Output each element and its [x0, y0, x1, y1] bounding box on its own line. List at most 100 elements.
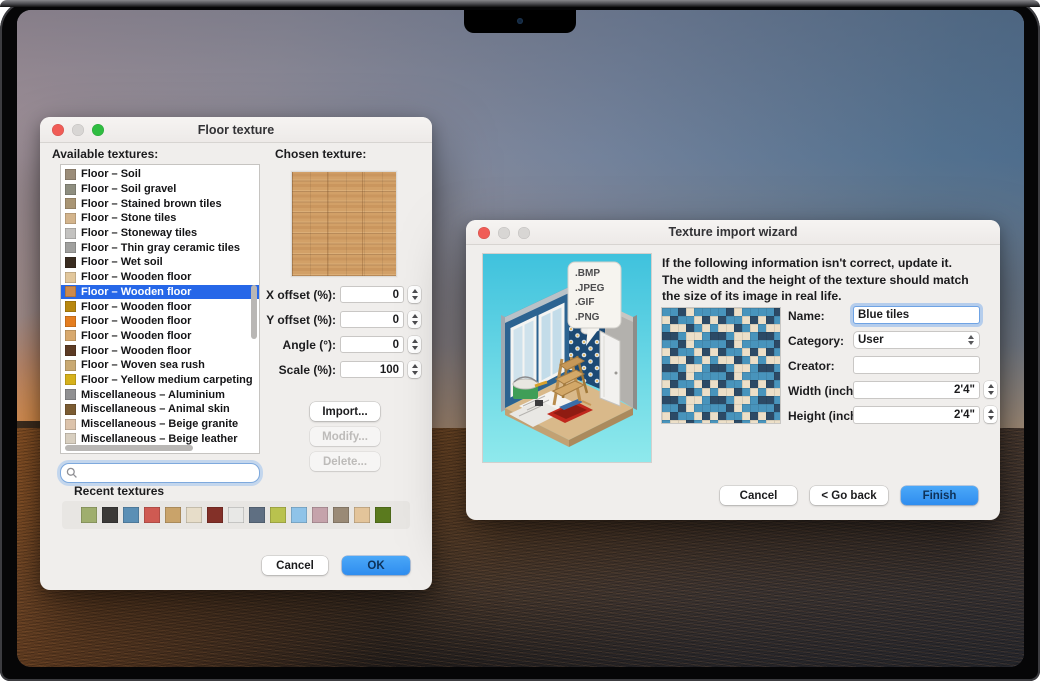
available-textures-list[interactable]: Floor – Soil Floor – Soil gravel Floor –…	[60, 164, 260, 454]
creator-input[interactable]	[853, 356, 980, 374]
recent-swatch[interactable]	[312, 507, 328, 523]
x-offset-label: X offset (%):	[190, 288, 336, 302]
texture-swatch	[65, 198, 76, 209]
texture-list-item[interactable]: Floor – Stone tiles	[61, 211, 259, 226]
texture-list-item[interactable]: Miscellaneous – Beige leather	[61, 431, 259, 446]
creator-label: Creator:	[788, 359, 835, 373]
texture-swatch	[65, 389, 76, 400]
file-type-bmp: .BMP	[575, 267, 604, 282]
recent-swatch[interactable]	[249, 507, 265, 523]
x-offset-input[interactable]: 0	[340, 286, 404, 303]
y-offset-input[interactable]: 0	[340, 311, 404, 328]
texture-swatch	[65, 184, 76, 195]
recent-swatch[interactable]	[102, 507, 118, 523]
recent-textures-strip	[62, 501, 410, 529]
recent-swatch[interactable]	[186, 507, 202, 523]
texture-list-item[interactable]: Miscellaneous – Aluminium	[61, 387, 259, 402]
recent-swatch[interactable]	[375, 507, 391, 523]
texture-list-item[interactable]: Floor – Soil gravel	[61, 182, 259, 197]
file-type-gif: .GIF	[575, 296, 604, 311]
horizontal-scrollbar-thumb[interactable]	[65, 445, 193, 451]
category-label: Category:	[788, 334, 844, 348]
angle-stepper[interactable]	[408, 336, 421, 353]
notch	[464, 10, 576, 33]
texture-swatch	[65, 301, 76, 312]
recent-swatch[interactable]	[333, 507, 349, 523]
texture-swatch	[65, 257, 76, 268]
texture-search-input[interactable]	[60, 463, 260, 483]
texture-swatch	[65, 213, 76, 224]
wizard-titlebar[interactable]: Texture import wizard	[466, 220, 1000, 245]
recent-swatch[interactable]	[207, 507, 223, 523]
recent-swatch[interactable]	[291, 507, 307, 523]
wizard-illustration: .BMP .JPEG .GIF .PNG	[483, 254, 651, 462]
search-icon	[66, 467, 78, 479]
texture-swatch	[65, 286, 76, 297]
width-input[interactable]: 2'4"	[853, 381, 980, 399]
camera-dot	[517, 18, 523, 24]
texture-swatch	[65, 433, 76, 444]
texture-list-item[interactable]: Floor – Stained brown tiles	[61, 196, 259, 211]
file-type-jpeg: .JPEG	[575, 282, 604, 297]
texture-swatch	[65, 169, 76, 180]
import-button[interactable]: Import...	[310, 402, 380, 421]
angle-label: Angle (°):	[190, 338, 336, 352]
x-offset-stepper[interactable]	[408, 286, 421, 303]
wizard-cancel-button[interactable]: Cancel	[720, 486, 797, 505]
texture-import-wizard-dialog: Texture import wizard	[466, 220, 1000, 520]
texture-list-item[interactable]: Floor – Wet soil	[61, 255, 259, 270]
recent-swatch[interactable]	[144, 507, 160, 523]
name-input[interactable]: Blue tiles	[853, 306, 980, 324]
floor-texture-dialog: Floor texture Available textures: Floor …	[40, 117, 432, 590]
category-select[interactable]: User	[853, 331, 980, 349]
file-type-png: .PNG	[575, 311, 604, 326]
recent-swatch[interactable]	[165, 507, 181, 523]
floor-cancel-button[interactable]: Cancel	[262, 556, 328, 575]
height-input[interactable]: 2'4"	[853, 406, 980, 424]
imported-texture-thumbnail	[662, 308, 780, 423]
texture-swatch	[65, 228, 76, 239]
chosen-texture-preview	[292, 172, 396, 276]
y-offset-label: Y offset (%):	[190, 313, 336, 327]
recent-swatch[interactable]	[123, 507, 139, 523]
name-label: Name:	[788, 309, 825, 323]
texture-swatch	[65, 419, 76, 430]
wizard-go-back-button[interactable]: < Go back	[810, 486, 888, 505]
recent-swatch[interactable]	[354, 507, 370, 523]
recent-swatch[interactable]	[228, 507, 244, 523]
texture-list-item[interactable]: Floor – Wooden floor	[61, 270, 259, 285]
texture-swatch	[65, 316, 76, 327]
recent-swatch[interactable]	[270, 507, 286, 523]
chosen-texture-label: Chosen texture:	[275, 147, 366, 161]
recent-swatch[interactable]	[81, 507, 97, 523]
angle-input[interactable]: 0	[340, 336, 404, 353]
texture-list-item[interactable]: Miscellaneous – Beige granite	[61, 417, 259, 432]
width-label: Width (inch):	[788, 384, 861, 398]
texture-swatch	[65, 272, 76, 283]
modify-button[interactable]: Modify...	[310, 427, 380, 446]
floor-dialog-titlebar[interactable]: Floor texture	[40, 117, 432, 143]
chevron-up-down-icon	[968, 332, 974, 348]
laptop-frame: Floor texture Available textures: Floor …	[0, 0, 1040, 681]
width-stepper[interactable]	[984, 381, 997, 398]
available-textures-label: Available textures:	[52, 147, 158, 161]
scale-input[interactable]: 100	[340, 361, 404, 378]
desktop-screen: Floor texture Available textures: Floor …	[17, 10, 1024, 667]
floor-dialog-title: Floor texture	[40, 117, 432, 143]
texture-list-item[interactable]: Floor – Stoneway tiles	[61, 226, 259, 241]
floor-ok-button[interactable]: OK	[342, 556, 410, 575]
texture-list-item[interactable]: Floor – Soil	[61, 167, 259, 182]
wizard-finish-button[interactable]: Finish	[901, 486, 978, 505]
height-stepper[interactable]	[984, 406, 997, 423]
texture-swatch	[65, 345, 76, 356]
texture-swatch	[65, 360, 76, 371]
texture-swatch	[65, 242, 76, 253]
texture-list-item[interactable]: Miscellaneous – Animal skin	[61, 402, 259, 417]
delete-button[interactable]: Delete...	[310, 452, 380, 471]
wizard-title: Texture import wizard	[466, 220, 1000, 245]
wizard-info-text: If the following information isn't corre…	[662, 255, 998, 305]
texture-list-item[interactable]: Floor – Thin gray ceramic tiles	[61, 240, 259, 255]
recent-textures-label: Recent textures	[74, 484, 164, 498]
y-offset-stepper[interactable]	[408, 311, 421, 328]
scale-stepper[interactable]	[408, 361, 421, 378]
